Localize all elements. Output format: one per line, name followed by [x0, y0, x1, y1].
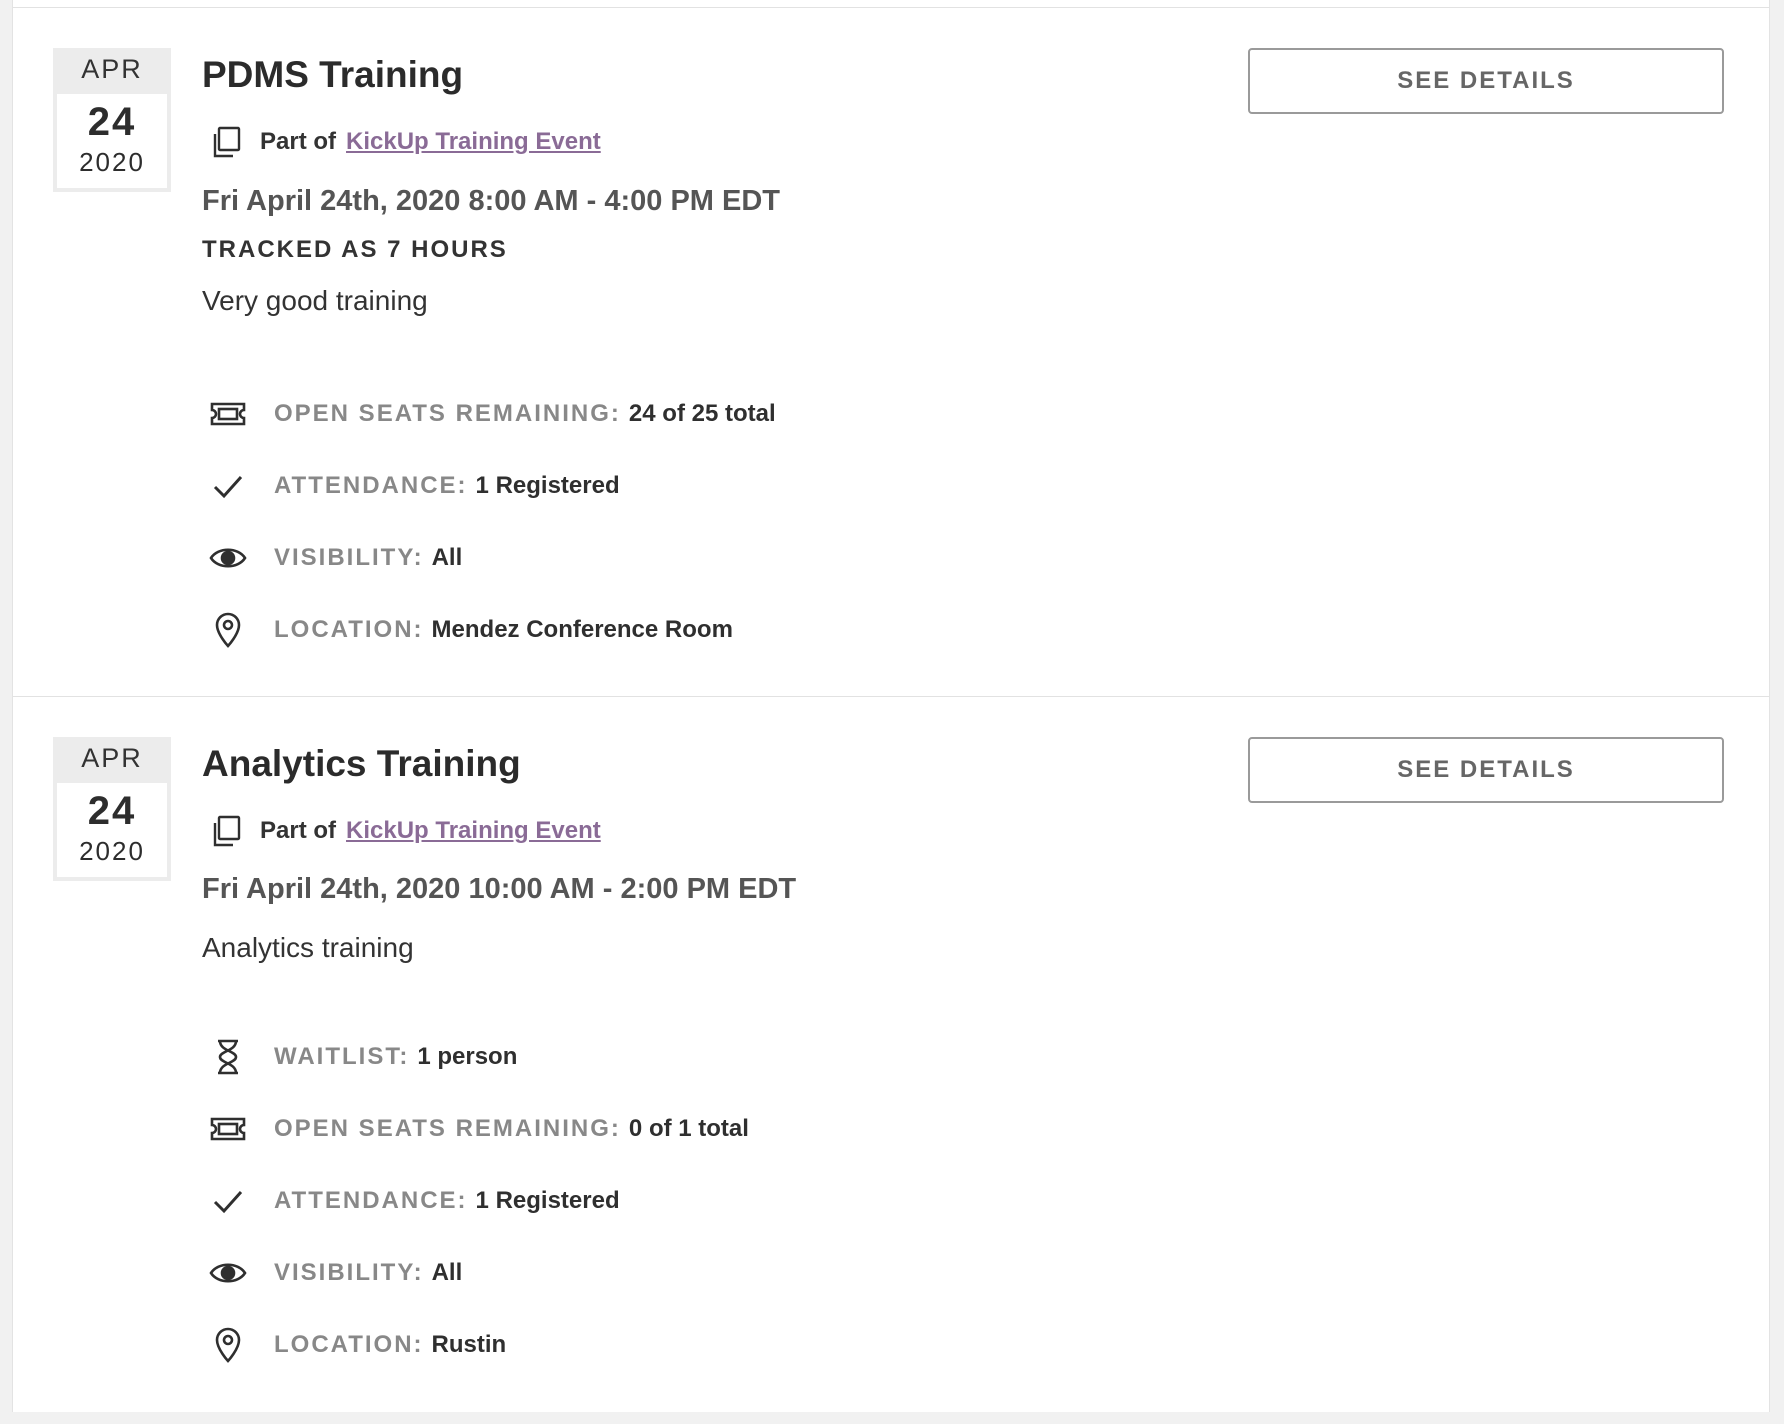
hourglass-icon — [218, 1039, 238, 1075]
meta-attendance: ATTENDANCE: 1 Registered — [208, 463, 620, 509]
date-month: APR — [81, 743, 143, 773]
event-description: Analytics training — [202, 932, 414, 963]
see-details-button[interactable]: SEE DETAILS — [1248, 48, 1724, 114]
event-card: APR 24 2020 Analytics Training Part of K… — [13, 697, 1769, 1412]
event-description: Very good training — [202, 285, 428, 316]
date-year: 2020 — [79, 836, 145, 866]
meta-label: LOCATION: — [274, 616, 424, 643]
event-title: Analytics Training — [202, 743, 521, 784]
check-icon — [213, 475, 243, 499]
ticket-icon — [210, 1117, 246, 1141]
meta-value: 1 Registered — [475, 472, 620, 499]
meta-value: All — [431, 1259, 463, 1286]
part-of-row: Part of KickUp Training Event — [208, 811, 601, 851]
eye-icon — [209, 1263, 247, 1283]
date-day: 24 — [87, 789, 137, 833]
location-pin-icon — [215, 612, 241, 648]
meta-label: OPEN SEATS REMAINING: — [274, 400, 621, 427]
meta-value: Rustin — [431, 1331, 507, 1358]
event-card: APR 24 2020 PDMS Training Part of KickUp… — [13, 8, 1769, 697]
meta-visibility: VISIBILITY: All — [208, 1250, 462, 1296]
date-badge: APR 24 2020 — [53, 48, 171, 192]
meta-waitlist: WAITLIST: 1 person — [208, 1034, 517, 1080]
tracked-hours: TRACKED AS 7 HOURS — [202, 236, 508, 263]
meta-label: LOCATION: — [274, 1331, 424, 1358]
meta-value: 1 Registered — [475, 1187, 620, 1214]
see-details-button[interactable]: SEE DETAILS — [1248, 737, 1724, 803]
events-panel: APR 24 2020 PDMS Training Part of KickUp… — [12, 0, 1770, 1412]
parent-event-link[interactable]: KickUp Training Event — [346, 817, 601, 845]
date-day: 24 — [87, 100, 137, 144]
meta-visibility: VISIBILITY: All — [208, 535, 462, 581]
date-badge: APR 24 2020 — [53, 737, 171, 881]
event-title: PDMS Training — [202, 54, 464, 95]
event-datetime: Fri April 24th, 2020 10:00 AM - 2:00 PM … — [202, 873, 797, 905]
meta-value: 0 of 1 total — [628, 1115, 749, 1142]
ticket-icon — [210, 402, 246, 426]
meta-label: ATTENDANCE: — [274, 1187, 468, 1214]
part-of-label: Part of — [260, 817, 337, 844]
check-icon — [213, 1190, 243, 1214]
meta-label: OPEN SEATS REMAINING: — [274, 1115, 621, 1142]
meta-value: Mendez Conference Room — [431, 616, 733, 643]
copy-icon — [213, 815, 241, 847]
copy-icon — [213, 126, 241, 158]
meta-value: 1 person — [417, 1043, 518, 1070]
location-pin-icon — [215, 1327, 241, 1363]
meta-label: WAITLIST: — [274, 1043, 410, 1070]
eye-icon — [209, 548, 247, 568]
event-datetime: Fri April 24th, 2020 8:00 AM - 4:00 PM E… — [202, 185, 781, 217]
meta-value: 24 of 25 total — [628, 400, 776, 427]
meta-open-seats: OPEN SEATS REMAINING: 24 of 25 total — [208, 391, 776, 437]
part-of-row: Part of KickUp Training Event — [208, 122, 601, 162]
meta-attendance: ATTENDANCE: 1 Registered — [208, 1178, 620, 1224]
meta-value: All — [431, 544, 463, 571]
date-month: APR — [81, 54, 143, 84]
meta-location: LOCATION: Rustin — [208, 1322, 506, 1368]
meta-label: ATTENDANCE: — [274, 472, 468, 499]
parent-event-link[interactable]: KickUp Training Event — [346, 128, 601, 156]
date-year: 2020 — [79, 147, 145, 177]
meta-open-seats: OPEN SEATS REMAINING: 0 of 1 total — [208, 1106, 749, 1152]
meta-label: VISIBILITY: — [274, 1259, 424, 1286]
part-of-label: Part of — [260, 128, 337, 155]
meta-label: VISIBILITY: — [274, 544, 424, 571]
meta-location: LOCATION: Mendez Conference Room — [208, 607, 733, 653]
